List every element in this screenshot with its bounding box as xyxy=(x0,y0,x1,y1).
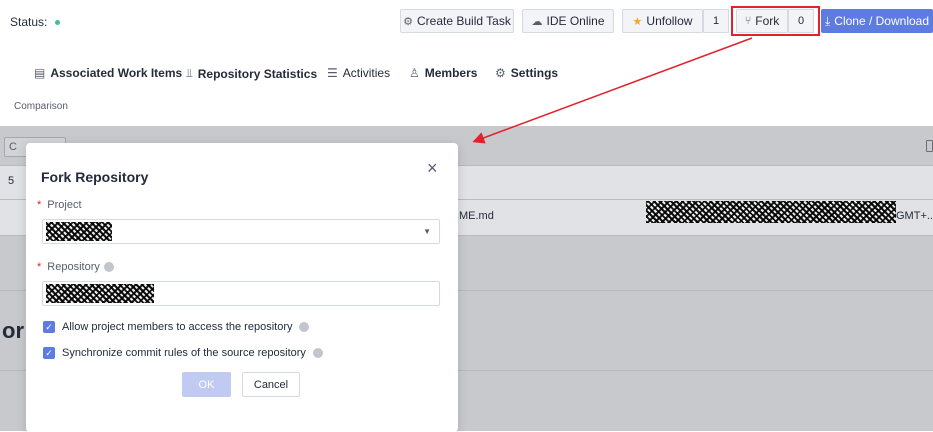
sync-commit-rules-option[interactable]: ✓ Synchronize commit rules of the source… xyxy=(43,347,323,359)
repository-label-text: Repository xyxy=(47,261,100,273)
chevron-down-icon: ▼ xyxy=(423,227,431,236)
checkbox-checked-icon[interactable]: ✓ xyxy=(43,321,55,333)
redacted-repository-name xyxy=(46,284,154,303)
project-label: * Project xyxy=(37,199,82,211)
checkbox-checked-icon[interactable]: ✓ xyxy=(43,347,55,359)
sync-commit-rules-label: Synchronize commit rules of the source r… xyxy=(62,347,306,359)
required-marker: * xyxy=(37,261,42,273)
required-marker: * xyxy=(37,199,42,211)
ok-button[interactable]: OK xyxy=(182,372,231,397)
help-icon[interactable] xyxy=(299,322,310,332)
dialog-title: Fork Repository xyxy=(41,169,149,185)
repository-name-input[interactable] xyxy=(42,281,440,306)
redacted-project-name xyxy=(46,222,112,241)
fork-repository-dialog: Fork Repository × * Project ▼ * Reposito… xyxy=(26,143,458,432)
close-icon[interactable]: × xyxy=(427,159,438,177)
project-select[interactable]: ▼ xyxy=(42,219,440,244)
repository-label: * Repository xyxy=(37,261,114,273)
help-icon[interactable] xyxy=(103,262,114,272)
cancel-button[interactable]: Cancel xyxy=(242,372,300,397)
help-icon[interactable] xyxy=(312,348,323,358)
project-label-text: Project xyxy=(47,199,82,211)
allow-members-label: Allow project members to access the repo… xyxy=(62,321,293,333)
allow-members-option[interactable]: ✓ Allow project members to access the re… xyxy=(43,321,310,333)
